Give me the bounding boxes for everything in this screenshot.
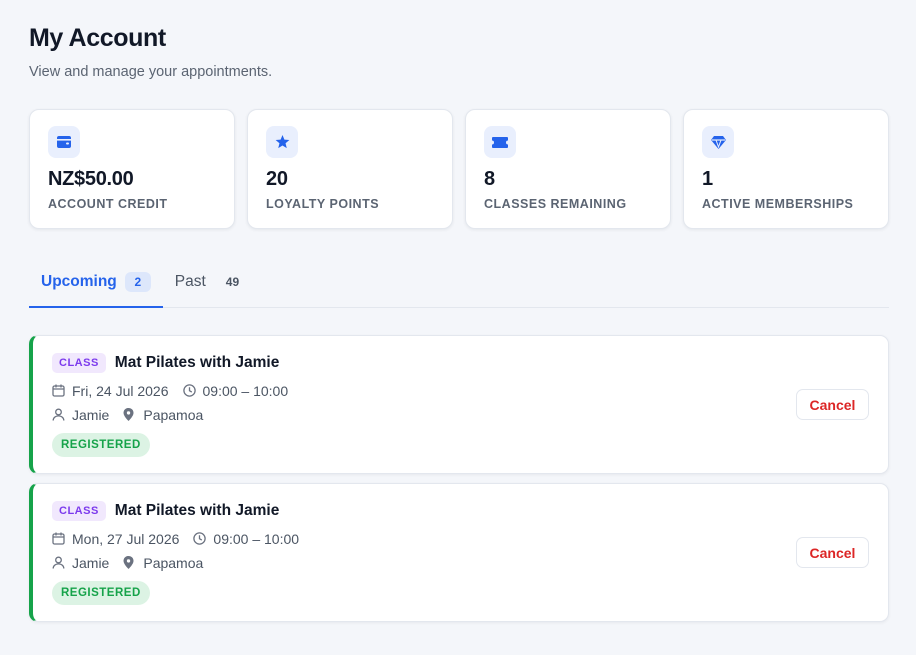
stat-card-classes-remaining: 8 CLASSES REMAINING xyxy=(465,109,671,229)
appointment-header: CLASS Mat Pilates with Jamie xyxy=(52,501,279,521)
appointment-card: CLASS Mat Pilates with Jamie Fri, 24 Jul… xyxy=(29,335,889,474)
appointment-details: Jamie Papamoa xyxy=(52,407,203,423)
appointment-type-badge: CLASS xyxy=(52,501,106,521)
loyalty-points-label: LOYALTY POINTS xyxy=(266,197,380,211)
account-page: My Account View and manage your appointm… xyxy=(29,22,889,308)
tab-past-count: 49 xyxy=(225,275,240,289)
classes-remaining-value: 8 xyxy=(484,168,495,190)
appointment-tabs: Upcoming 2 Past 49 xyxy=(29,259,889,308)
stat-card-active-memberships: 1 ACTIVE MEMBERSHIPS xyxy=(683,109,889,229)
ticket-icon xyxy=(484,126,516,158)
star-icon xyxy=(266,126,298,158)
appointment-type-badge: CLASS xyxy=(52,353,106,373)
cancel-button[interactable]: Cancel xyxy=(796,537,869,568)
appointment-datetime: Fri, 24 Jul 2026 09:00 – 10:00 xyxy=(52,383,288,399)
appointment-title: Mat Pilates with Jamie xyxy=(114,354,280,371)
appointment-card: CLASS Mat Pilates with Jamie Mon, 27 Jul… xyxy=(29,483,889,622)
cancel-button[interactable]: Cancel xyxy=(796,389,869,420)
tab-upcoming[interactable]: Upcoming 2 xyxy=(29,259,163,308)
user-icon xyxy=(52,556,66,570)
account-credit-label: ACCOUNT CREDIT xyxy=(48,197,168,211)
appointment-location: Papamoa xyxy=(143,555,204,571)
calendar-icon xyxy=(52,384,66,398)
user-icon xyxy=(52,408,66,422)
status-badge: REGISTERED xyxy=(52,433,150,457)
tab-upcoming-count: 2 xyxy=(124,272,151,292)
appointment-time: 09:00 – 10:00 xyxy=(213,531,300,547)
tab-past[interactable]: Past 49 xyxy=(163,259,239,307)
appointment-header: CLASS Mat Pilates with Jamie xyxy=(52,353,279,373)
clock-icon xyxy=(193,532,207,546)
location-pin-icon xyxy=(123,556,137,570)
status-badge: REGISTERED xyxy=(52,581,150,605)
appointment-location: Papamoa xyxy=(143,407,204,423)
appointment-instructor: Jamie xyxy=(72,407,110,423)
location-pin-icon xyxy=(123,408,137,422)
page-title: My Account xyxy=(29,24,166,52)
appointment-datetime: Mon, 27 Jul 2026 09:00 – 10:00 xyxy=(52,531,299,547)
appointment-date: Fri, 24 Jul 2026 xyxy=(72,383,169,399)
stats-row: NZ$50.00 ACCOUNT CREDIT 20 LOYALTY POINT… xyxy=(29,109,889,229)
classes-remaining-label: CLASSES REMAINING xyxy=(484,197,627,211)
tab-past-label: Past xyxy=(174,273,206,290)
page-subtitle: View and manage your appointments. xyxy=(29,64,273,80)
appointment-instructor: Jamie xyxy=(72,555,110,571)
calendar-icon xyxy=(52,532,66,546)
wallet-icon xyxy=(48,126,80,158)
appointment-title: Mat Pilates with Jamie xyxy=(114,502,280,519)
tab-upcoming-label: Upcoming xyxy=(41,273,117,290)
active-memberships-label: ACTIVE MEMBERSHIPS xyxy=(702,197,854,211)
loyalty-points-value: 20 xyxy=(266,168,288,190)
diamond-icon xyxy=(702,126,734,158)
stat-card-loyalty-points: 20 LOYALTY POINTS xyxy=(247,109,453,229)
stat-card-account-credit: NZ$50.00 ACCOUNT CREDIT xyxy=(29,109,235,229)
active-memberships-value: 1 xyxy=(702,168,713,190)
appointment-details: Jamie Papamoa xyxy=(52,555,203,571)
appointment-date: Mon, 27 Jul 2026 xyxy=(72,531,180,547)
clock-icon xyxy=(182,384,197,398)
account-credit-value: NZ$50.00 xyxy=(48,168,134,190)
appointment-time: 09:00 – 10:00 xyxy=(202,383,289,399)
